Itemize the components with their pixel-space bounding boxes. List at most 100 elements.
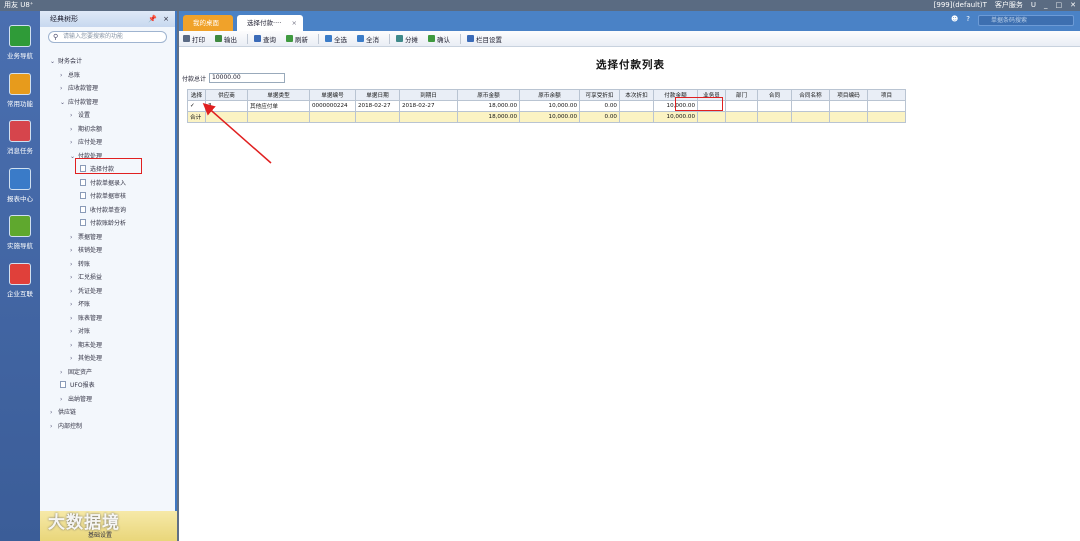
- column-header[interactable]: 到期日: [399, 89, 458, 101]
- nav-tree-item[interactable]: › 期初余额: [70, 124, 102, 133]
- nav-tree-item-label: 汇兑损益: [78, 274, 103, 281]
- chevron-right-icon[interactable]: ›: [70, 274, 78, 281]
- pin-icon[interactable]: 📌: [148, 11, 157, 27]
- nav-tree-item[interactable]: › 供应链: [50, 407, 76, 416]
- nav-tree-item[interactable]: › 总账: [60, 70, 80, 79]
- document-icon: [80, 178, 86, 186]
- minimize-icon[interactable]: _: [1044, 0, 1048, 11]
- nav-tree-item[interactable]: › 应付处理: [70, 137, 102, 146]
- nav-tree-item[interactable]: › 内部控制: [50, 421, 82, 430]
- user-icon[interactable]: ☻: [951, 15, 958, 26]
- chevron-right-icon[interactable]: ›: [70, 328, 78, 335]
- toolbar-button[interactable]: 分摊: [396, 34, 418, 44]
- nav-tree-item[interactable]: › 坏账: [70, 299, 90, 308]
- language-flag[interactable]: U: [1031, 0, 1036, 11]
- nav-tree-item[interactable]: 收付款单查询: [80, 205, 126, 214]
- chevron-down-icon[interactable]: ⌄: [50, 58, 58, 65]
- nav-header-title: 经典树形: [50, 15, 78, 23]
- column-header[interactable]: 合同: [757, 89, 792, 101]
- column-header[interactable]: 本次折扣: [619, 89, 654, 101]
- column-header[interactable]: 单据日期: [355, 89, 400, 101]
- nav-tree-item[interactable]: › 转账: [70, 259, 90, 268]
- nav-tree-item[interactable]: › 对账: [70, 326, 90, 335]
- account-label[interactable]: [999](default)T: [934, 0, 987, 11]
- barcode-search-input[interactable]: 单据条码搜索: [978, 15, 1074, 26]
- toolbar-button[interactable]: 确认: [428, 34, 450, 44]
- column-header[interactable]: 合同名称: [791, 89, 830, 101]
- chevron-right-icon[interactable]: ›: [70, 301, 78, 308]
- toolbar-button-label: 分摊: [405, 35, 418, 44]
- nav-tree-item-label: 期初余额: [78, 125, 103, 133]
- chevron-right-icon[interactable]: ›: [70, 315, 78, 322]
- nav-tree-item[interactable]: UFO报表: [60, 380, 95, 389]
- leftbar-label: 报表中心: [7, 194, 33, 203]
- leftbar-message-button[interactable]: 消息任务: [0, 120, 40, 155]
- chevron-right-icon[interactable]: ›: [60, 85, 68, 92]
- help-icon[interactable]: ?: [966, 15, 970, 26]
- nav-tree-item[interactable]: 付款单据录入: [80, 178, 126, 187]
- chevron-right-icon[interactable]: ›: [70, 247, 78, 254]
- toolbar-button[interactable]: 栏目设置: [467, 34, 502, 44]
- chevron-right-icon[interactable]: ›: [70, 234, 78, 241]
- table-cell: [757, 100, 792, 112]
- toolbar-button-label: 全选: [334, 35, 347, 44]
- nav-tree-item[interactable]: › 凭证处理: [70, 286, 102, 295]
- message-icon: [9, 120, 31, 142]
- leftbar-report-button[interactable]: 报表中心: [0, 167, 40, 203]
- chevron-right-icon[interactable]: ›: [50, 423, 58, 430]
- nav-tree-item[interactable]: ⌄ 财务会计: [50, 56, 82, 65]
- column-header[interactable]: 项目: [867, 89, 906, 101]
- chevron-right-icon[interactable]: ›: [70, 139, 78, 146]
- chevron-right-icon[interactable]: ›: [70, 261, 78, 268]
- nav-tree-item[interactable]: › 期末处理: [70, 340, 102, 349]
- nav-tree-item[interactable]: 付款单据审核: [80, 191, 126, 200]
- table-cell: [791, 100, 830, 112]
- chevron-right-icon[interactable]: ›: [60, 396, 68, 403]
- leftbar-label: 常用功能: [7, 99, 33, 108]
- nav-tree-item[interactable]: › 出纳管理: [60, 394, 92, 403]
- sum-cell: [355, 111, 400, 123]
- leftbar-implement-button[interactable]: 实施导航: [0, 215, 40, 250]
- column-header[interactable]: 可享受折扣: [579, 89, 620, 101]
- nav-tree-item-label: 凭证处理: [78, 287, 103, 295]
- leftbar-business-nav-button[interactable]: 业务导航: [0, 25, 40, 60]
- close-panel-icon[interactable]: ×: [163, 11, 169, 27]
- chevron-right-icon[interactable]: ›: [70, 126, 78, 133]
- toolbar-button[interactable]: 全选: [325, 34, 347, 44]
- nav-tree-item[interactable]: › 其他处理: [70, 353, 102, 362]
- nav-search-input[interactable]: ⚲ 请输入您要搜索的功能: [48, 31, 167, 43]
- chevron-down-icon[interactable]: ⌄: [60, 99, 68, 106]
- close-icon[interactable]: ✕: [1070, 0, 1076, 11]
- toolbar-icon: [357, 35, 364, 42]
- chevron-right-icon[interactable]: ›: [60, 72, 68, 79]
- table-cell: [867, 100, 906, 112]
- chevron-right-icon[interactable]: ›: [50, 409, 58, 416]
- column-header[interactable]: 原币余额: [519, 89, 580, 101]
- nav-tree-item[interactable]: › 票据管理: [70, 232, 102, 241]
- nav-tree-item[interactable]: › 账表管理: [70, 313, 102, 322]
- chevron-right-icon[interactable]: ›: [70, 112, 78, 119]
- column-header[interactable]: 单据编号: [309, 89, 356, 101]
- chevron-right-icon[interactable]: ›: [60, 369, 68, 376]
- chevron-right-icon[interactable]: ›: [70, 342, 78, 349]
- nav-tree-item[interactable]: › 核销处理: [70, 245, 102, 254]
- chevron-right-icon[interactable]: ›: [70, 355, 78, 362]
- leftbar-star-button[interactable]: 常用功能: [0, 72, 40, 108]
- nav-tree-item[interactable]: 付款账龄分析: [80, 218, 126, 227]
- maximize-icon[interactable]: □: [1056, 0, 1063, 11]
- leftbar-connect-button[interactable]: 企业互联: [0, 262, 40, 298]
- nav-tree-item[interactable]: › 设置: [70, 110, 90, 119]
- chevron-right-icon[interactable]: ›: [70, 288, 78, 295]
- column-header[interactable]: 原币金额: [457, 89, 520, 101]
- title-bar-controls: [999](default)T 客户服务 U _ □ ✕: [934, 0, 1076, 11]
- column-header[interactable]: 项目编码: [829, 89, 868, 101]
- nav-tree-item[interactable]: ⌄ 应付款管理: [60, 97, 98, 106]
- customer-service-button[interactable]: 客户服务: [995, 0, 1023, 11]
- column-header[interactable]: 部门: [725, 89, 758, 101]
- nav-tree-item[interactable]: › 汇兑损益: [70, 272, 102, 281]
- nav-tree-item[interactable]: › 固定资产: [60, 367, 92, 376]
- toolbar-button-label: 全消: [366, 35, 379, 44]
- sum-cell: 10,000.00: [519, 111, 580, 123]
- toolbar-button[interactable]: 全消: [357, 34, 379, 44]
- nav-tree-item[interactable]: › 应收款管理: [60, 83, 98, 92]
